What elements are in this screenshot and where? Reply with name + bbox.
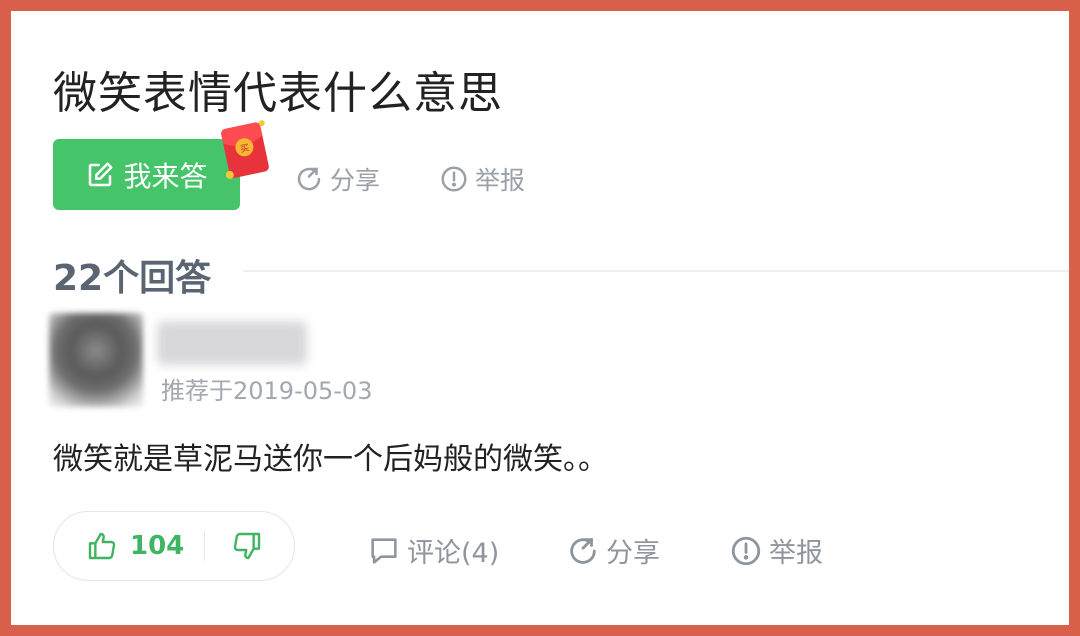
thumbs-down-icon [233, 532, 261, 560]
warning-icon [441, 166, 467, 192]
share-label: 分享 [330, 166, 381, 195]
share-question-link[interactable]: 分享 [294, 161, 380, 197]
share-icon [570, 537, 596, 564]
share-label: 分享 [606, 538, 660, 569]
report-label: 举报 [475, 166, 526, 195]
answers-count: 22个回答 [53, 258, 212, 299]
recommended-date: 推荐于2019-05-03 [161, 377, 373, 405]
comment-icon [371, 537, 397, 564]
avatar[interactable] [49, 313, 143, 407]
comment-link[interactable]: 评论(4) [367, 531, 499, 570]
red-packet-icon[interactable]: 买 [216, 116, 277, 183]
username[interactable] [157, 321, 307, 365]
upvote-button[interactable]: 104 [54, 530, 204, 562]
downvote-button[interactable] [205, 530, 263, 562]
share-icon [297, 167, 321, 191]
answer-button-label: 我来答 [123, 159, 208, 193]
warning-icon [731, 536, 761, 565]
red-packet-mark: 买 [239, 142, 250, 155]
vote-control: 104 [53, 511, 295, 581]
thumbs-up-icon [88, 532, 116, 560]
answer-button[interactable]: 我来答 [53, 139, 240, 210]
edit-icon [89, 162, 113, 186]
section-divider [243, 270, 1069, 272]
share-answer-link[interactable]: 分享 [566, 531, 660, 570]
report-question-link[interactable]: 举报 [439, 161, 525, 197]
answer-text: 微笑就是草泥马送你一个后妈般的微笑。。 [53, 442, 608, 477]
comment-label: 评论(4) [407, 538, 500, 569]
upvote-count: 104 [130, 531, 185, 561]
report-label: 举报 [769, 538, 823, 569]
report-answer-link[interactable]: 举报 [729, 531, 823, 570]
question-page: 微笑表情代表什么意思 我来答 买 分享 举报 22个回答 推荐于2019-05-… [11, 11, 1069, 625]
question-title: 微笑表情代表什么意思 [53, 68, 503, 119]
